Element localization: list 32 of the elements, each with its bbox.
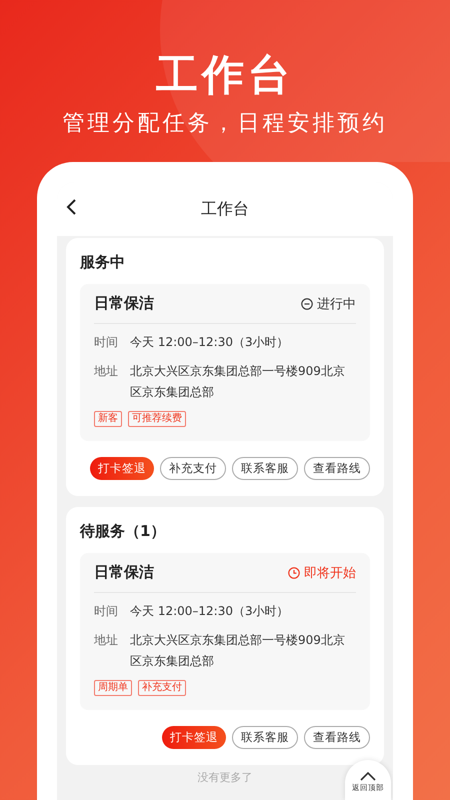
- end-of-list-text: 没有更多了: [198, 771, 252, 785]
- status-label: 即将开始: [304, 564, 356, 582]
- action-button[interactable]: 联系客服: [232, 726, 298, 749]
- section-heading: 服务中: [80, 252, 126, 272]
- action-button[interactable]: 打卡签退: [90, 457, 154, 480]
- action-button[interactable]: 查看路线: [304, 726, 370, 749]
- time-value: 今天 12:00–12:30（3小时）: [130, 603, 289, 620]
- clock-icon: [288, 566, 300, 578]
- action-button[interactable]: 联系客服: [232, 457, 298, 480]
- status-label: 进行中: [317, 296, 356, 312]
- field-label: 时间: [94, 334, 118, 351]
- action-button[interactable]: 补充支付: [160, 457, 226, 480]
- order-tag: 周期单: [94, 680, 132, 696]
- minus-circle-icon: [301, 298, 313, 310]
- time-value: 今天 12:00–12:30（3小时）: [130, 334, 289, 351]
- address-value: 北京大兴区京东集团总部一号楼909北京区京东集团总部: [130, 632, 346, 670]
- service-name: 日常保洁: [94, 294, 154, 313]
- action-button[interactable]: 打卡签退: [162, 726, 226, 749]
- screen-title: 工作台: [201, 198, 249, 220]
- action-button[interactable]: 查看路线: [304, 457, 370, 480]
- hero-subtitle: 管理分配任务，日程安排预约: [62, 110, 388, 138]
- field-label: 地址: [94, 632, 118, 649]
- service-name: 日常保洁: [94, 563, 154, 582]
- hero-title: 工作台: [156, 50, 294, 100]
- chevron-up-icon: [360, 772, 376, 780]
- address-value: 北京大兴区京东集团总部一号楼909北京区京东集团总部: [130, 363, 346, 401]
- section-heading: 待服务（1）: [80, 521, 166, 541]
- order-tag: 新客: [94, 411, 122, 427]
- order-tag: 可推荐续费: [128, 411, 186, 427]
- order-tag: 补充支付: [138, 680, 186, 696]
- field-label: 时间: [94, 603, 118, 620]
- field-label: 地址: [94, 363, 118, 380]
